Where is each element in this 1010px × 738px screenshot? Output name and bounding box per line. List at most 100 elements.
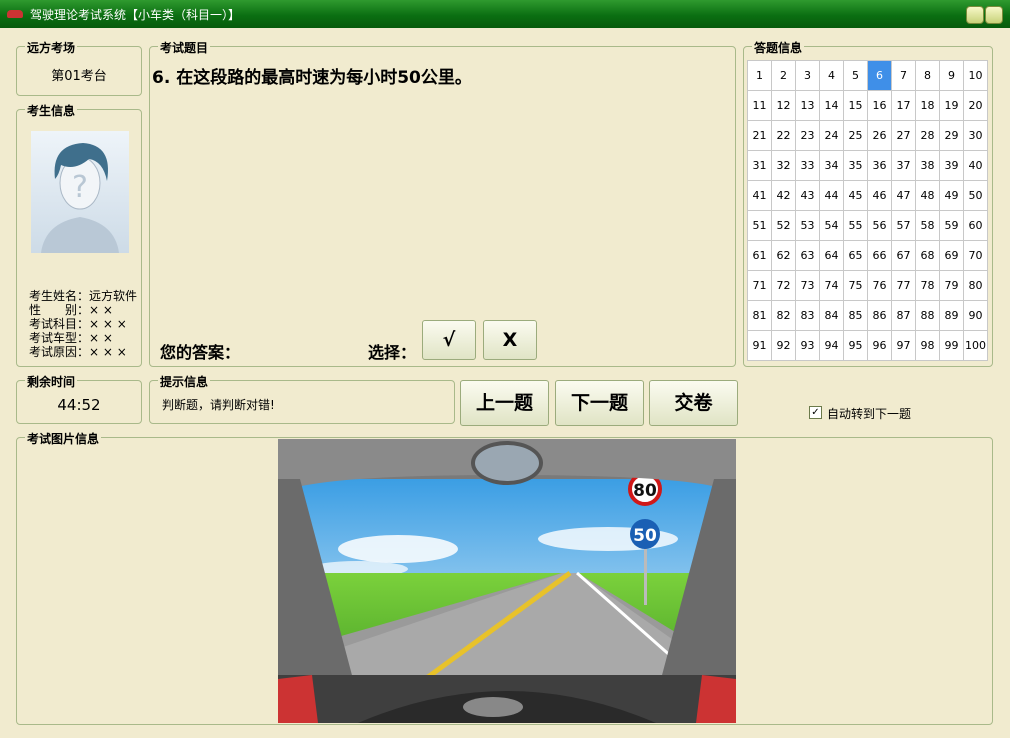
answer-cell-35[interactable]: 35 — [843, 150, 868, 181]
answer-cell-15[interactable]: 15 — [843, 90, 868, 121]
answer-cell-73[interactable]: 73 — [795, 270, 820, 301]
answer-cell-46[interactable]: 46 — [867, 180, 892, 211]
answer-cell-98[interactable]: 98 — [915, 330, 940, 361]
answer-cell-39[interactable]: 39 — [939, 150, 964, 181]
answer-cell-72[interactable]: 72 — [771, 270, 796, 301]
answer-cell-5[interactable]: 5 — [843, 60, 868, 91]
answer-cell-25[interactable]: 25 — [843, 120, 868, 151]
answer-cell-63[interactable]: 63 — [795, 240, 820, 271]
answer-cell-12[interactable]: 12 — [771, 90, 796, 121]
answer-cell-69[interactable]: 69 — [939, 240, 964, 271]
answer-cell-92[interactable]: 92 — [771, 330, 796, 361]
answer-cell-99[interactable]: 99 — [939, 330, 964, 361]
answer-cell-37[interactable]: 37 — [891, 150, 916, 181]
answer-cell-76[interactable]: 76 — [867, 270, 892, 301]
answer-cell-65[interactable]: 65 — [843, 240, 868, 271]
answer-cell-29[interactable]: 29 — [939, 120, 964, 151]
answer-cell-74[interactable]: 74 — [819, 270, 844, 301]
answer-cell-18[interactable]: 18 — [915, 90, 940, 121]
answer-cell-27[interactable]: 27 — [891, 120, 916, 151]
answer-cell-47[interactable]: 47 — [891, 180, 916, 211]
answer-cell-14[interactable]: 14 — [819, 90, 844, 121]
answer-cell-91[interactable]: 91 — [747, 330, 772, 361]
answer-cell-58[interactable]: 58 — [915, 210, 940, 241]
answer-cell-52[interactable]: 52 — [771, 210, 796, 241]
answer-cell-31[interactable]: 31 — [747, 150, 772, 181]
answer-cell-36[interactable]: 36 — [867, 150, 892, 181]
false-answer-button[interactable]: X — [483, 320, 537, 360]
auto-next-checkbox[interactable]: ✓ — [809, 406, 822, 419]
answer-cell-42[interactable]: 42 — [771, 180, 796, 211]
answer-cell-1[interactable]: 1 — [747, 60, 772, 91]
answer-cell-38[interactable]: 38 — [915, 150, 940, 181]
answer-cell-59[interactable]: 59 — [939, 210, 964, 241]
answer-cell-8[interactable]: 8 — [915, 60, 940, 91]
prev-question-button[interactable]: 上一题 — [460, 380, 549, 426]
answer-cell-81[interactable]: 81 — [747, 300, 772, 331]
answer-cell-45[interactable]: 45 — [843, 180, 868, 211]
answer-cell-50[interactable]: 50 — [963, 180, 988, 211]
answer-cell-19[interactable]: 19 — [939, 90, 964, 121]
answer-cell-62[interactable]: 62 — [771, 240, 796, 271]
answer-cell-84[interactable]: 84 — [819, 300, 844, 331]
answer-cell-54[interactable]: 54 — [819, 210, 844, 241]
answer-cell-48[interactable]: 48 — [915, 180, 940, 211]
answer-cell-11[interactable]: 11 — [747, 90, 772, 121]
answer-cell-77[interactable]: 77 — [891, 270, 916, 301]
answer-cell-40[interactable]: 40 — [963, 150, 988, 181]
answer-cell-95[interactable]: 95 — [843, 330, 868, 361]
answer-cell-2[interactable]: 2 — [771, 60, 796, 91]
answer-cell-49[interactable]: 49 — [939, 180, 964, 211]
answer-cell-34[interactable]: 34 — [819, 150, 844, 181]
answer-cell-41[interactable]: 41 — [747, 180, 772, 211]
answer-cell-7[interactable]: 7 — [891, 60, 916, 91]
answer-cell-17[interactable]: 17 — [891, 90, 916, 121]
answer-cell-67[interactable]: 67 — [891, 240, 916, 271]
answer-cell-6[interactable]: 6 — [867, 60, 892, 91]
answer-cell-21[interactable]: 21 — [747, 120, 772, 151]
answer-cell-68[interactable]: 68 — [915, 240, 940, 271]
answer-cell-86[interactable]: 86 — [867, 300, 892, 331]
answer-cell-32[interactable]: 32 — [771, 150, 796, 181]
answer-cell-82[interactable]: 82 — [771, 300, 796, 331]
answer-cell-4[interactable]: 4 — [819, 60, 844, 91]
answer-cell-44[interactable]: 44 — [819, 180, 844, 211]
close-button[interactable] — [985, 6, 1003, 24]
answer-cell-88[interactable]: 88 — [915, 300, 940, 331]
answer-cell-80[interactable]: 80 — [963, 270, 988, 301]
answer-cell-66[interactable]: 66 — [867, 240, 892, 271]
answer-cell-3[interactable]: 3 — [795, 60, 820, 91]
answer-cell-100[interactable]: 100 — [963, 330, 988, 361]
answer-cell-30[interactable]: 30 — [963, 120, 988, 151]
answer-cell-23[interactable]: 23 — [795, 120, 820, 151]
answer-cell-61[interactable]: 61 — [747, 240, 772, 271]
answer-cell-16[interactable]: 16 — [867, 90, 892, 121]
next-question-button[interactable]: 下一题 — [555, 380, 644, 426]
answer-cell-24[interactable]: 24 — [819, 120, 844, 151]
answer-cell-83[interactable]: 83 — [795, 300, 820, 331]
answer-cell-85[interactable]: 85 — [843, 300, 868, 331]
answer-cell-33[interactable]: 33 — [795, 150, 820, 181]
answer-cell-9[interactable]: 9 — [939, 60, 964, 91]
answer-cell-90[interactable]: 90 — [963, 300, 988, 331]
answer-cell-89[interactable]: 89 — [939, 300, 964, 331]
auto-next-label[interactable]: 自动转到下一题 — [827, 405, 911, 422]
answer-cell-56[interactable]: 56 — [867, 210, 892, 241]
answer-cell-20[interactable]: 20 — [963, 90, 988, 121]
minimize-button[interactable] — [966, 6, 984, 24]
answer-cell-87[interactable]: 87 — [891, 300, 916, 331]
answer-cell-26[interactable]: 26 — [867, 120, 892, 151]
answer-cell-13[interactable]: 13 — [795, 90, 820, 121]
answer-cell-70[interactable]: 70 — [963, 240, 988, 271]
answer-cell-43[interactable]: 43 — [795, 180, 820, 211]
answer-cell-78[interactable]: 78 — [915, 270, 940, 301]
answer-cell-71[interactable]: 71 — [747, 270, 772, 301]
submit-exam-button[interactable]: 交卷 — [649, 380, 738, 426]
answer-cell-60[interactable]: 60 — [963, 210, 988, 241]
answer-cell-53[interactable]: 53 — [795, 210, 820, 241]
answer-cell-79[interactable]: 79 — [939, 270, 964, 301]
answer-cell-96[interactable]: 96 — [867, 330, 892, 361]
answer-cell-93[interactable]: 93 — [795, 330, 820, 361]
answer-cell-97[interactable]: 97 — [891, 330, 916, 361]
answer-cell-64[interactable]: 64 — [819, 240, 844, 271]
